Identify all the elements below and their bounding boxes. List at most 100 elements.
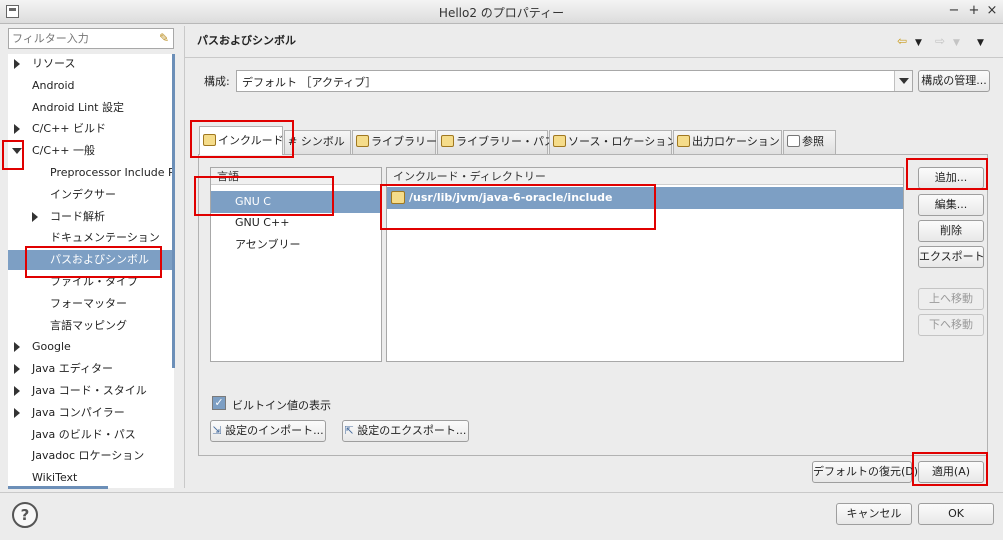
- tab-include[interactable]: インクルード: [199, 126, 284, 155]
- chevron-down-icon[interactable]: [894, 71, 912, 91]
- page-title: パスおよびシンボル: [197, 34, 296, 47]
- source-folder-icon: [553, 135, 566, 147]
- move-up-button[interactable]: 上へ移動: [918, 288, 984, 310]
- forward-arrow-icon[interactable]: ⇨: [935, 35, 945, 47]
- forward-dropdown-icon[interactable]: ▼: [953, 37, 960, 49]
- folder-icon: [203, 134, 216, 146]
- library-icon: [356, 135, 369, 147]
- tree-item-label: インデクサー: [50, 187, 116, 201]
- tab-label: # シンボル: [288, 135, 345, 148]
- tab-libraries[interactable]: ライブラリー: [352, 130, 437, 154]
- import-icon: ⇲: [212, 424, 226, 437]
- filter-input[interactable]: [9, 29, 149, 48]
- tree-item[interactable]: Javadoc ロケーション: [8, 446, 174, 466]
- language-list: 言語 GNU C GNU C++ アセンブリー: [210, 167, 382, 362]
- minimize-button[interactable]: −: [946, 3, 962, 19]
- sash-divider[interactable]: [184, 26, 185, 488]
- delete-button[interactable]: 削除: [918, 220, 984, 242]
- restore-defaults-button[interactable]: デフォルトの復元(D): [812, 461, 918, 483]
- tab-label: ライブラリー・パス: [456, 135, 555, 148]
- tab-label: ライブラリー: [371, 135, 437, 148]
- tree-item[interactable]: Android: [8, 76, 174, 96]
- tab-label: インクルード: [218, 134, 284, 147]
- export-settings-label: 設定のエクスポート...: [357, 424, 467, 437]
- ok-button[interactable]: OK: [918, 503, 994, 525]
- view-menu-icon[interactable]: ▼: [977, 37, 984, 49]
- config-combo[interactable]: デフォルト ［アクティブ］: [236, 70, 913, 92]
- tree-item[interactable]: Java コード・スタイル: [8, 381, 174, 401]
- cancel-button[interactable]: キャンセル: [836, 503, 912, 525]
- tree-horizontal-scrollbar[interactable]: [8, 486, 108, 489]
- expand-arrow-right-icon[interactable]: [14, 342, 20, 353]
- expand-arrow-right-icon[interactable]: [14, 364, 20, 375]
- tree-item-label: リソース: [32, 57, 76, 70]
- tree-item-label: C/C++ ビルド: [32, 122, 106, 136]
- language-item-gnu-c[interactable]: GNU C: [211, 191, 381, 213]
- tree-item[interactable]: Android Lint 設定: [8, 98, 174, 118]
- include-directories-header: インクルード・ディレクトリー: [387, 168, 903, 185]
- tab-label: ソース・ロケーション: [568, 135, 678, 148]
- maximize-button[interactable]: +: [966, 3, 982, 19]
- tree-item[interactable]: ファイル・タイプ: [8, 272, 174, 292]
- tree-item[interactable]: リソース: [8, 54, 174, 74]
- export-icon: ⇱: [344, 424, 358, 437]
- back-dropdown-icon[interactable]: ▼: [915, 37, 922, 49]
- tree-item[interactable]: Google: [8, 337, 174, 357]
- tab-label: 参照: [802, 135, 824, 148]
- include-directory-path: /usr/lib/jvm/java-6-oracle/include: [409, 191, 613, 204]
- tree-item-label: C/C++ 一般: [32, 144, 95, 158]
- close-button[interactable]: ×: [984, 3, 1000, 19]
- help-icon[interactable]: ?: [12, 502, 38, 528]
- tab-references[interactable]: 参照: [783, 130, 836, 154]
- tab-symbols[interactable]: # シンボル: [284, 130, 351, 154]
- move-down-button[interactable]: 下へ移動: [918, 314, 984, 336]
- import-settings-button[interactable]: ⇲ 設定のインポート...: [210, 420, 326, 442]
- tree-item[interactable]: ドキュメンテーション: [8, 228, 174, 248]
- tree-item-label: Google: [32, 340, 71, 354]
- tab-output-location[interactable]: 出力ロケーション: [673, 130, 782, 154]
- apply-button[interactable]: 適用(A): [918, 461, 984, 483]
- show-builtin-checkbox[interactable]: ✓: [212, 396, 226, 410]
- tab-source-location[interactable]: ソース・ロケーション: [549, 130, 677, 154]
- tree-item[interactable]: パスおよびシンボル: [8, 250, 174, 271]
- tab-library-paths[interactable]: ライブラリー・パス: [437, 130, 555, 154]
- add-button[interactable]: 追加...: [918, 167, 984, 189]
- tree-item[interactable]: 言語マッピング: [8, 316, 174, 336]
- expand-arrow-right-icon[interactable]: [14, 407, 20, 418]
- tree-item-label: ファイル・タイプ: [50, 275, 138, 288]
- config-value: デフォルト ［アクティブ］: [242, 76, 377, 89]
- expand-arrow-down-icon[interactable]: [12, 148, 22, 155]
- manage-configurations-button[interactable]: 構成の管理...: [918, 70, 990, 92]
- tree-item[interactable]: C/C++ ビルド: [8, 119, 174, 139]
- edit-button[interactable]: 編集...: [918, 194, 984, 216]
- tree-item[interactable]: Java コンパイラー: [8, 403, 174, 423]
- tree-item[interactable]: コード解析: [8, 207, 174, 227]
- tree-item[interactable]: C/C++ 一般: [8, 141, 174, 161]
- export-settings-button[interactable]: ⇱ 設定のエクスポート...: [342, 420, 469, 442]
- tree-item[interactable]: Java エディター: [8, 359, 174, 379]
- show-builtin-label: ビルトイン値の表示: [232, 399, 331, 412]
- expand-arrow-right-icon[interactable]: [32, 211, 38, 222]
- broom-icon[interactable]: ✎: [159, 31, 169, 45]
- include-directories-list: インクルード・ディレクトリー /usr/lib/jvm/java-6-oracl…: [386, 167, 904, 362]
- tree-item-label: Java コンパイラー: [32, 405, 125, 419]
- tree-item[interactable]: Preprocessor Include Paths: [8, 163, 174, 183]
- tree-item-label: Android Lint 設定: [32, 100, 124, 114]
- expand-arrow-right-icon[interactable]: [14, 59, 20, 69]
- dialog-footer: ? キャンセル OK: [0, 492, 1003, 540]
- library-path-icon: [441, 135, 454, 147]
- include-directory-item[interactable]: /usr/lib/jvm/java-6-oracle/include: [387, 187, 903, 209]
- expand-arrow-right-icon[interactable]: [14, 386, 20, 396]
- export-button[interactable]: エクスポート: [918, 246, 985, 268]
- tree-vertical-scrollbar[interactable]: [172, 54, 175, 368]
- tree-item[interactable]: インデクサー: [8, 185, 174, 205]
- expand-arrow-right-icon[interactable]: [14, 124, 20, 135]
- back-arrow-icon[interactable]: ⇦: [897, 35, 907, 47]
- language-item-gnu-cpp[interactable]: GNU C++: [211, 212, 381, 234]
- filter-box[interactable]: ✎: [8, 28, 174, 49]
- tree-item-label: パスおよびシンボル: [50, 253, 149, 267]
- tree-item[interactable]: Java のビルド・パス: [8, 425, 174, 445]
- tree-item[interactable]: フォーマッター: [8, 294, 174, 314]
- tree-item-label: ドキュメンテーション: [50, 231, 160, 245]
- language-item-assembly[interactable]: アセンブリー: [211, 234, 381, 256]
